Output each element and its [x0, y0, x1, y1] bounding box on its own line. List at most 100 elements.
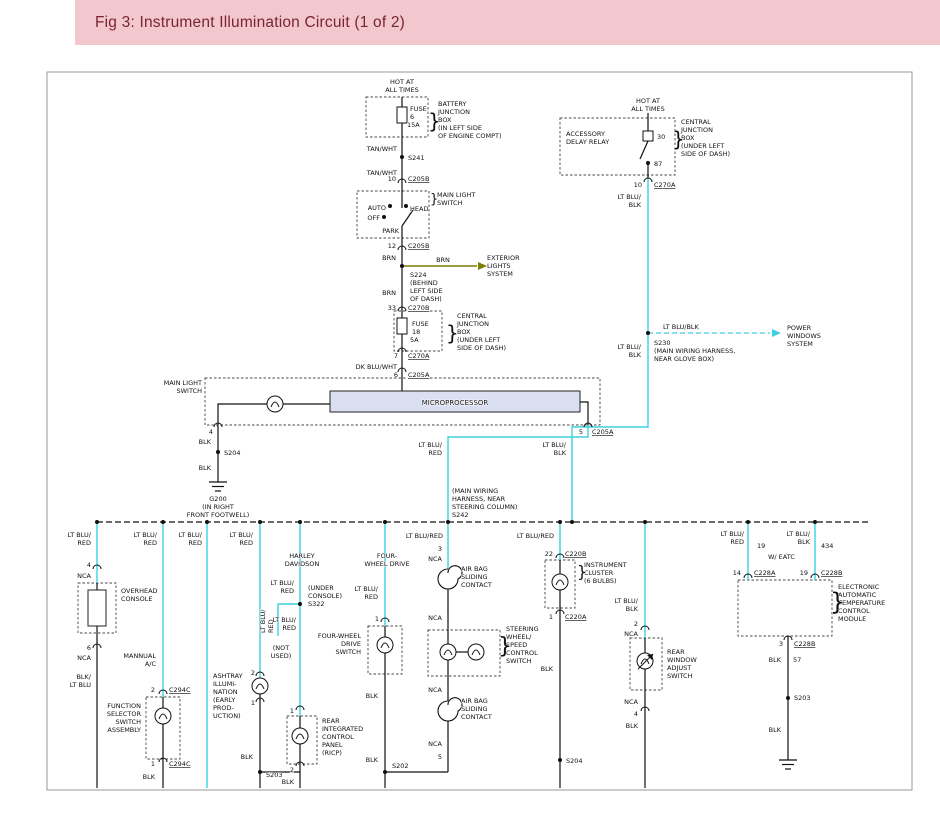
- diagram-label: 4: [209, 428, 213, 436]
- diagram-label: NCA: [428, 740, 442, 748]
- diagram-label: 1: [375, 615, 379, 623]
- diagram-label: 1: [549, 613, 553, 621]
- diagram-label: CONTACT: [461, 713, 492, 721]
- diagram-label: HOT AT: [636, 97, 660, 105]
- diagram-label: SWITCH: [116, 718, 142, 726]
- diagram-label: NCA: [428, 555, 442, 563]
- diagram-label: SLIDING: [461, 705, 488, 713]
- junction-dot: [746, 520, 750, 524]
- diagram-label: S203: [266, 771, 283, 779]
- diagram-label: RED: [282, 624, 296, 632]
- junction-dot: [205, 520, 209, 524]
- diagram-label: SWITCH: [177, 387, 203, 395]
- diagram-label: BLK: [366, 756, 379, 764]
- diagram-label: FOUR-WHEEL: [318, 632, 361, 640]
- diagram-label: BRN: [436, 256, 450, 264]
- diagram-label: NCA: [624, 698, 638, 706]
- diagram-label: S204: [566, 757, 583, 765]
- diagram-label: CONSOLE: [121, 595, 153, 603]
- diagram-label: MAIN LIGHT: [437, 191, 475, 199]
- diagram-label: STEERING COLUMN): [452, 503, 517, 511]
- diagram-label: 2: [290, 766, 294, 774]
- diagram-label: CONSOLE): [308, 592, 342, 600]
- diagram-label: LT BLU/: [355, 585, 379, 593]
- diagram-label: 6: [410, 113, 414, 121]
- diagram-label: FUSE: [410, 105, 427, 113]
- lamp-icon: [552, 574, 568, 590]
- junction-dot: [446, 520, 450, 524]
- junction-dot: [643, 520, 647, 524]
- diagram-label: WINDOWS: [787, 332, 821, 340]
- diagram-label: }: [577, 562, 587, 581]
- diagram-label: NEAR GLOVE BOX): [654, 355, 714, 363]
- diagram-label: HEAD: [410, 205, 428, 213]
- diagram-label: RED: [730, 538, 744, 546]
- diagram-label: HOT AT: [390, 78, 414, 86]
- diagram-label: REAR: [667, 648, 685, 656]
- lamp-icon: [468, 644, 484, 660]
- diagram-label: 3: [779, 640, 783, 648]
- diagram-label: }: [830, 588, 845, 616]
- diagram-label: SIDE OF DASH): [457, 344, 506, 352]
- lamp-icon: [377, 637, 393, 653]
- diagram-label: TAN/WHT: [366, 145, 397, 153]
- diagram-label: NCA: [77, 572, 91, 580]
- diagram-label: DK BLU/WHT: [356, 363, 397, 371]
- diagram-label: SWITCH: [667, 672, 693, 680]
- diagram-label: CENTRAL: [681, 118, 711, 126]
- diagram-label: }: [498, 634, 512, 659]
- diagram-label: S202: [392, 762, 409, 770]
- diagram-label: C220A: [565, 613, 587, 621]
- diagram-label: NCA: [428, 686, 442, 694]
- diagram-label: C294C: [169, 686, 191, 694]
- diagram-label: BLK: [554, 449, 567, 457]
- diagram-label: CONTROL: [322, 733, 354, 741]
- diagram-label: LT BLU/: [787, 530, 811, 538]
- diagram-label: C270A: [654, 181, 676, 189]
- diagram-label: BLK: [541, 665, 554, 673]
- diagram-label: 4: [634, 710, 638, 718]
- diagram-label: LT BLU/: [230, 531, 254, 539]
- diagram-label: C205B: [408, 175, 429, 183]
- diagram-label: LT BLU/: [615, 597, 639, 605]
- junction-dot: [558, 520, 562, 524]
- diagram-label: FUNCTION: [107, 702, 141, 710]
- diagram-label: LT BLU/RED: [517, 532, 554, 540]
- diagram-label: C228B: [821, 569, 842, 577]
- diagram-label: 12: [388, 242, 396, 250]
- diagram-label: WHEEL DRIVE: [364, 560, 409, 568]
- diagram-label: SYSTEM: [487, 270, 513, 278]
- diagram-label: ALL TIMES: [385, 86, 418, 94]
- diagram-label: LT BLU/: [618, 193, 642, 201]
- diagram-label: 22: [545, 550, 553, 558]
- lamp-icon: [292, 728, 308, 744]
- junction-dot: [400, 155, 404, 159]
- diagram-label: ACCESSORY: [566, 130, 605, 138]
- diagram-label: 19: [800, 569, 808, 577]
- diagram-label: 18: [412, 328, 420, 336]
- diagram-label: SELECTOR: [107, 710, 142, 718]
- junction-dot: [216, 450, 220, 454]
- diagram-label: LT BLU/: [273, 616, 297, 624]
- diagram-label: HARLEY: [289, 552, 315, 560]
- diagram-label: 19: [757, 542, 765, 550]
- diagram-label: 6: [394, 371, 398, 379]
- junction-dot: [813, 520, 817, 524]
- diagram-label: }: [446, 321, 459, 345]
- diagram-label: OF ENGINE COMPT): [438, 132, 502, 140]
- diagram-label: (6 BULBS): [584, 577, 617, 585]
- diagram-label: HARNESS, NEAR: [452, 495, 506, 503]
- diagram-label: SWITCH: [437, 199, 463, 207]
- diagram-label: FOUR-: [377, 552, 398, 560]
- lamp-icon: [155, 708, 171, 724]
- diagram-label: LEFT SIDE: [410, 287, 443, 295]
- diagram-label: RED: [143, 539, 157, 547]
- diagram-label: 2: [634, 620, 638, 628]
- diagram-label: USED): [271, 652, 292, 660]
- diagram-label: C228A: [754, 569, 776, 577]
- diagram-label: (BEHIND: [410, 279, 438, 287]
- diagram-label: STEERING: [506, 625, 539, 633]
- diagram-label: (UNDER LEFT: [457, 336, 500, 344]
- junction-dot: [298, 520, 302, 524]
- diagram-border: [47, 72, 912, 790]
